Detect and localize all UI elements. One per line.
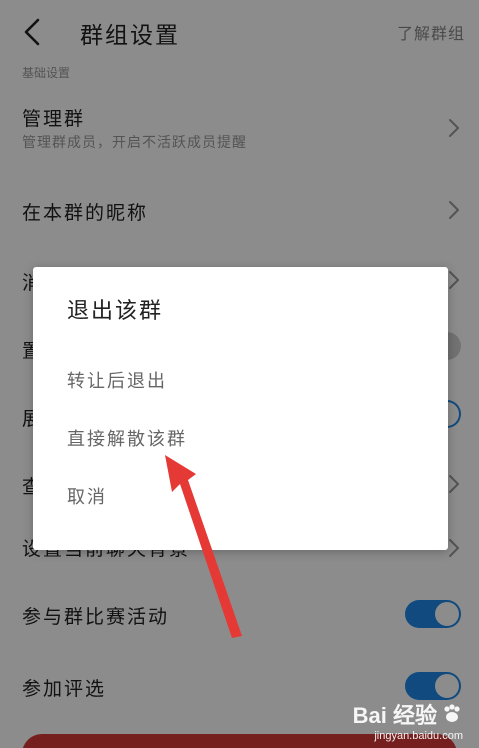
exit-group-dialog: 退出该群 转让后退出 直接解散该群 取消 — [33, 267, 448, 550]
dissolve-group-option[interactable]: 直接解散该群 — [67, 425, 187, 451]
cancel-option[interactable]: 取消 — [67, 483, 107, 509]
watermark-brand: Bai 经验 — [352, 703, 437, 728]
watermark: Bai 经验 jingyan.baidu.com — [353, 698, 463, 742]
transfer-then-exit-option[interactable]: 转让后退出 — [67, 367, 167, 393]
dialog-title: 退出该群 — [67, 299, 164, 324]
paw-icon — [444, 704, 460, 722]
screen: 群组设置 了解群组 基础设置 管理群 管理群成员，开启不活跃成员提醒 在本群的昵… — [0, 0, 479, 748]
watermark-url: jingyan.baidu.com — [374, 730, 463, 742]
